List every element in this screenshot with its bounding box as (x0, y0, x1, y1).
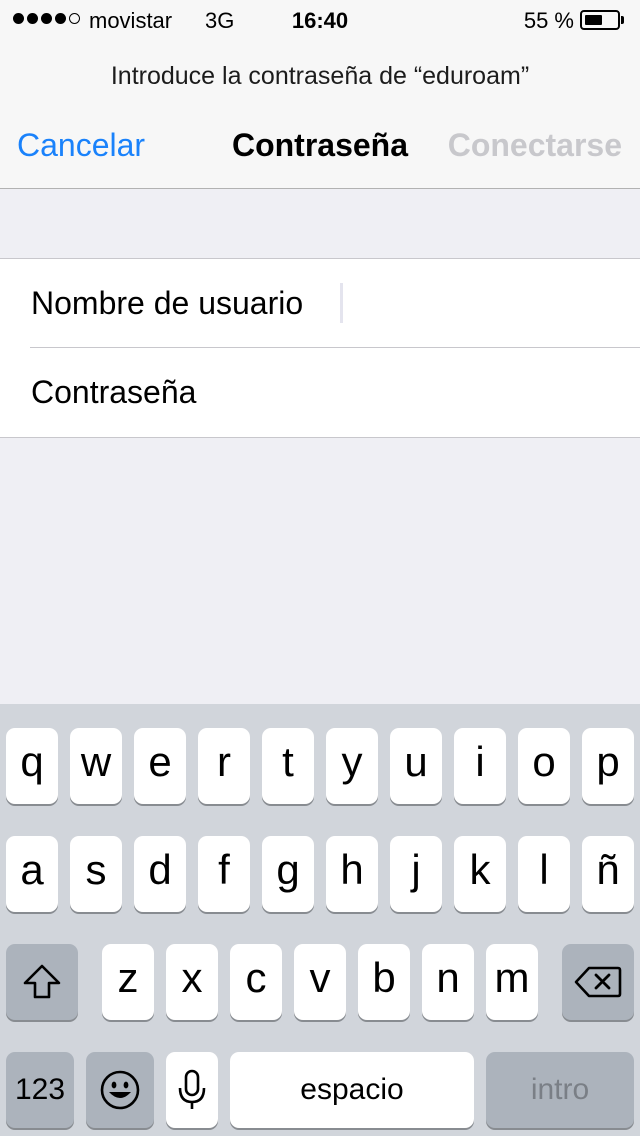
battery-percent: 55 % (523, 8, 574, 33)
battery-icon (580, 10, 624, 30)
key-y[interactable]: y (326, 728, 378, 804)
credentials-form: Nombre de usuario Contraseña (0, 258, 640, 438)
key-d[interactable]: d (134, 836, 186, 912)
key-r[interactable]: r (198, 728, 250, 804)
key-m[interactable]: m (486, 944, 538, 1020)
cancel-button[interactable]: Cancelar (17, 126, 145, 164)
key-z[interactable]: z (102, 944, 154, 1020)
key-n[interactable]: n (422, 944, 474, 1020)
key-q[interactable]: q (6, 728, 58, 804)
key-s[interactable]: s (70, 836, 122, 912)
key-o[interactable]: o (518, 728, 570, 804)
microphone-icon (177, 1068, 207, 1112)
password-label: Contraseña (31, 374, 197, 410)
username-row[interactable]: Nombre de usuario (0, 259, 640, 348)
key-w[interactable]: w (70, 728, 122, 804)
key-u[interactable]: u (390, 728, 442, 804)
key-v[interactable]: v (294, 944, 346, 1020)
battery-level (585, 15, 602, 25)
keyboard: q w e r t y u i o p a s d f g h j k l ñ … (0, 704, 640, 1136)
key-l[interactable]: l (518, 836, 570, 912)
space-key[interactable]: espacio (230, 1052, 474, 1128)
shift-icon (21, 963, 63, 1001)
key-i[interactable]: i (454, 728, 506, 804)
key-j[interactable]: j (390, 836, 442, 912)
delete-key[interactable] (562, 944, 634, 1020)
password-sheet-header: Introduce la contraseña de “eduroam” Can… (0, 40, 640, 189)
key-g[interactable]: g (262, 836, 314, 912)
key-n-tilde[interactable]: ñ (582, 836, 634, 912)
emoji-icon (99, 1069, 141, 1111)
status-bar: movistar 3G 16:40 55 % (0, 0, 640, 40)
return-key[interactable]: intro (486, 1052, 634, 1128)
emoji-key[interactable] (86, 1052, 154, 1128)
key-p[interactable]: p (582, 728, 634, 804)
password-prompt: Introduce la contraseña de “eduroam” (110, 62, 530, 90)
connect-button[interactable]: Conectarse (448, 126, 622, 164)
key-a[interactable]: a (6, 836, 58, 912)
text-cursor (340, 283, 343, 323)
key-t[interactable]: t (262, 728, 314, 804)
key-k[interactable]: k (454, 836, 506, 912)
backspace-icon (574, 965, 622, 999)
numbers-key[interactable]: 123 (6, 1052, 74, 1128)
key-b[interactable]: b (358, 944, 410, 1020)
key-h[interactable]: h (326, 836, 378, 912)
key-f[interactable]: f (198, 836, 250, 912)
key-c[interactable]: c (230, 944, 282, 1020)
password-row[interactable]: Contraseña (0, 348, 640, 437)
key-x[interactable]: x (166, 944, 218, 1020)
password-field[interactable] (340, 358, 620, 426)
dictation-key[interactable] (166, 1052, 218, 1128)
key-e[interactable]: e (134, 728, 186, 804)
shift-key[interactable] (6, 944, 78, 1020)
username-field[interactable] (340, 269, 620, 337)
username-label: Nombre de usuario (31, 285, 304, 321)
